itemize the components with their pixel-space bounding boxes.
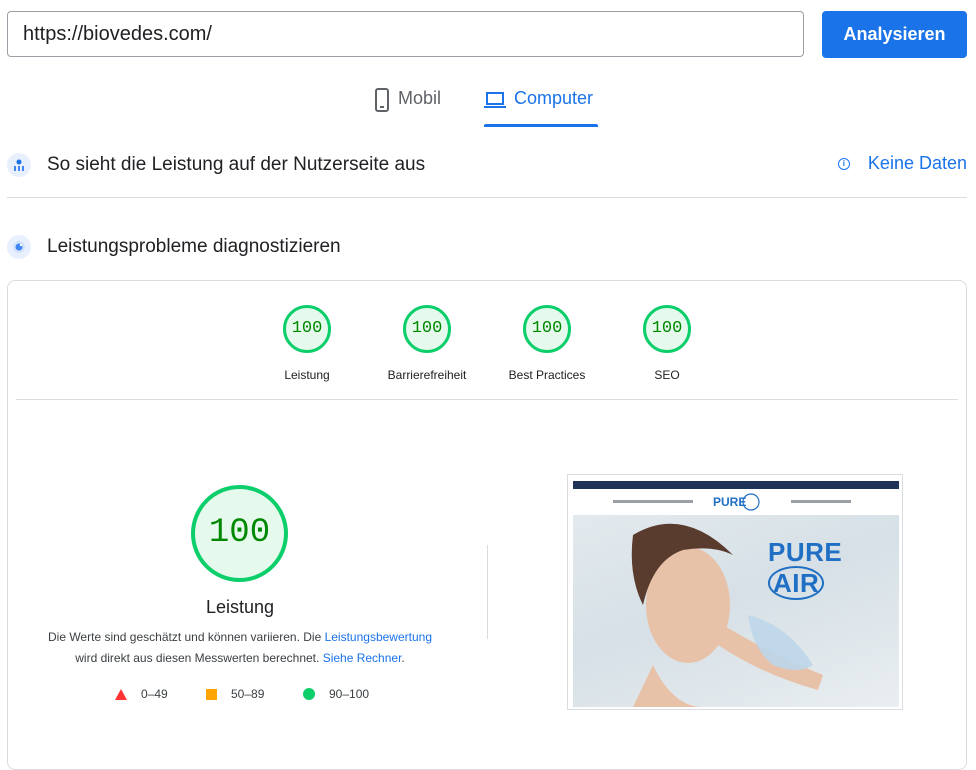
- desc-text: .: [401, 651, 405, 665]
- card-divider: [16, 399, 958, 400]
- pass-circle-icon: [303, 688, 315, 700]
- legend-pass: 90–100: [303, 687, 369, 701]
- tab-mobile-label: Mobil: [398, 88, 442, 108]
- score-gauge-seo[interactable]: 100 SEO: [607, 305, 727, 382]
- legend-average: 50–89: [206, 687, 264, 701]
- score-label: Barrierefreiheit: [387, 368, 467, 382]
- calculator-link[interactable]: Siehe Rechner: [323, 651, 402, 665]
- performance-score-link[interactable]: Leistungsbewertung: [325, 630, 432, 644]
- vertical-divider: [487, 545, 488, 639]
- section-divider: [7, 197, 967, 198]
- score-value: 100: [283, 305, 331, 353]
- desc-text: wird direkt aus diesen Messwerten berech…: [75, 651, 323, 665]
- tab-computer[interactable]: Computer: [484, 88, 593, 128]
- tab-mobile[interactable]: Mobil: [374, 88, 441, 128]
- analyze-button[interactable]: Analysieren: [822, 11, 967, 58]
- score-value: 100: [403, 305, 451, 353]
- performance-description: Die Werte sind geschätzt und können vari…: [40, 627, 440, 669]
- lab-data-title: Leistungsprobleme diagnostizieren: [47, 236, 341, 257]
- legend-range: 90–100: [329, 687, 370, 701]
- info-icon: i: [837, 157, 850, 170]
- screenshot-topbar: [573, 481, 899, 489]
- score-gauge-accessibility[interactable]: 100 Barrierefreiheit: [367, 305, 487, 382]
- fail-triangle-icon: [115, 688, 127, 700]
- url-input[interactable]: [7, 11, 804, 57]
- legend-range: 0–49: [141, 687, 168, 701]
- tab-computer-label: Computer: [514, 88, 594, 108]
- legend-fail: 0–49: [115, 687, 168, 701]
- score-value: 100: [523, 305, 571, 353]
- lab-data-header: Leistungsprobleme diagnostizieren: [7, 235, 967, 259]
- phone-icon: [374, 88, 390, 117]
- hero-brand-logo: PURE AIR: [768, 537, 843, 600]
- average-square-icon: [206, 688, 217, 700]
- score-gauge-best-practices[interactable]: 100 Best Practices: [487, 305, 607, 382]
- performance-label: Leistung: [205, 597, 275, 617]
- laptop-icon: [484, 91, 506, 114]
- screenshot-nav: PURE: [573, 491, 899, 513]
- desc-text: Die Werte sind geschätzt und können vari…: [47, 630, 325, 644]
- score-label: Best Practices: [508, 368, 586, 382]
- performance-score-gauge: 100: [191, 485, 288, 582]
- field-data-title: So sieht die Leistung auf der Nutzerseit…: [47, 154, 426, 175]
- score-label: Leistung: [284, 368, 330, 382]
- screenshot-hero-image: PURE AIR: [573, 515, 899, 707]
- legend-range: 50–89: [231, 687, 265, 701]
- field-data-icon: [7, 153, 31, 177]
- lab-data-icon: [7, 235, 31, 259]
- score-gauge-performance[interactable]: 100 Leistung: [247, 305, 367, 382]
- no-data-link[interactable]: i Keine Daten: [837, 153, 967, 174]
- svg-text:PURE: PURE: [713, 495, 746, 509]
- field-data-header: So sieht die Leistung auf der Nutzerseit…: [7, 153, 967, 177]
- no-data-label: Keine Daten: [867, 153, 967, 173]
- score-value: 100: [643, 305, 691, 353]
- score-label: SEO: [654, 368, 680, 382]
- active-tab-indicator: [484, 124, 598, 127]
- page-screenshot: PURE PURE AIR: [567, 474, 903, 710]
